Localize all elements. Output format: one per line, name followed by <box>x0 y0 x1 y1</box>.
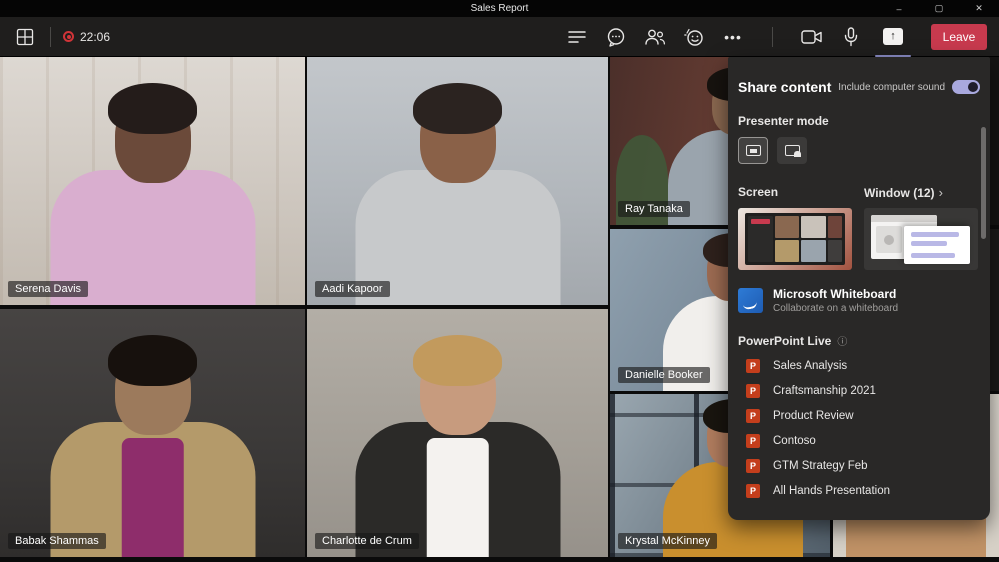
gallery-view-button[interactable] <box>12 24 38 50</box>
toolbar-divider <box>772 26 773 47</box>
whiteboard-icon <box>738 288 763 313</box>
include-sound-label: Include computer sound <box>838 81 945 93</box>
participant-name-label: Charlotte de Crum <box>315 533 419 549</box>
camera-button[interactable] <box>800 25 824 49</box>
meeting-toolbar: 22:06 ••• ↑ Leave <box>0 17 999 57</box>
microphone-icon <box>844 26 858 46</box>
meeting-notes-button[interactable] <box>565 25 589 49</box>
ppt-file-item[interactable]: P All Hands Presentation <box>738 478 980 503</box>
window-title: Sales Report <box>470 3 529 14</box>
window-label[interactable]: Window (12) › <box>864 185 978 200</box>
whiteboard-title: Microsoft Whiteboard <box>773 287 897 301</box>
gallery-view-icon <box>16 28 34 45</box>
meeting-notes-icon <box>568 30 586 43</box>
powerpoint-icon: P <box>746 358 760 373</box>
participant-name-label: Danielle Booker <box>618 367 710 383</box>
leave-button[interactable]: Leave <box>931 23 987 50</box>
chat-button[interactable] <box>604 25 628 49</box>
reactions-icon <box>684 28 703 46</box>
whiteboard-subtitle: Collaborate on a whiteboard <box>773 303 899 314</box>
include-computer-sound: Include computer sound <box>838 80 980 94</box>
panel-header: Share content Include computer sound <box>738 79 980 95</box>
ppt-file-item[interactable]: P Sales Analysis <box>738 353 980 378</box>
maximize-button[interactable]: ▢ <box>919 0 959 17</box>
presenter-mode-standout[interactable] <box>777 137 807 164</box>
presenter-mode-options <box>738 137 980 164</box>
participant-name-label: Serena Davis <box>8 281 89 297</box>
window-controls: – ▢ ✕ <box>879 0 999 17</box>
participants-icon <box>645 29 666 45</box>
powerpoint-file-list: P Sales Analysis P Craftsmanship 2021 P … <box>738 353 980 503</box>
panel-scrollbar[interactable] <box>981 127 986 239</box>
participant-name-label: Krystal McKinney <box>618 533 717 549</box>
share-source-labels: Screen Window (12) › <box>738 185 980 200</box>
toggle-knob-icon <box>968 82 978 92</box>
ppt-file-item[interactable]: P Craftsmanship 2021 <box>738 378 980 403</box>
participant-video <box>338 82 578 305</box>
share-content-panel: Share content Include computer sound Pre… <box>728 57 990 520</box>
screen-preview <box>745 213 845 265</box>
video-tile-charlotte-de-crum[interactable]: Charlotte de Crum <box>307 309 608 557</box>
participant-video <box>33 334 273 557</box>
powerpoint-live-header: PowerPoint Live ⓘ <box>738 333 980 349</box>
toolbar-right-group: ••• ↑ Leave <box>565 22 987 57</box>
window-preview-front <box>904 226 970 264</box>
ppt-file-item[interactable]: P Contoso <box>738 428 980 453</box>
participant-name-label: Babak Shammas <box>8 533 106 549</box>
window-share-thumbnail[interactable] <box>864 208 978 270</box>
ppt-file-item[interactable]: P GTM Strategy Feb <box>738 453 980 478</box>
video-tile-babak-shammas[interactable]: Babak Shammas <box>0 309 305 557</box>
share-content-icon: ↑ <box>883 28 903 45</box>
standout-icon <box>784 145 801 157</box>
powerpoint-icon: P <box>746 483 760 498</box>
meeting-timer: 22:06 <box>80 29 111 44</box>
powerpoint-icon: P <box>746 458 760 473</box>
camera-icon <box>801 29 822 44</box>
video-grid: Serena Davis Aadi Kapoor Ray Tanaka Dani… <box>0 57 999 562</box>
chevron-right-icon: › <box>938 185 943 200</box>
participant-name-label: Aadi Kapoor <box>315 281 390 297</box>
microsoft-whiteboard-item[interactable]: Microsoft Whiteboard Collaborate on a wh… <box>738 287 980 314</box>
more-options-button[interactable]: ••• <box>721 25 745 49</box>
powerpoint-live-label: PowerPoint Live <box>738 333 832 348</box>
info-icon[interactable]: ⓘ <box>837 333 847 348</box>
presenter-mode-content-only[interactable] <box>738 137 768 164</box>
title-bar: Sales Report – ▢ ✕ <box>0 0 999 17</box>
screen-label: Screen <box>738 185 779 199</box>
chat-icon <box>607 27 625 47</box>
close-button[interactable]: ✕ <box>959 0 999 17</box>
powerpoint-icon: P <box>746 433 760 448</box>
computer-sound-toggle[interactable] <box>952 80 980 94</box>
content-only-icon <box>745 145 761 156</box>
participant-video <box>338 334 578 557</box>
video-tile-serena-davis[interactable]: Serena Davis <box>0 57 305 305</box>
presenter-mode-label: Presenter mode <box>738 114 829 128</box>
teams-meeting-window: Sales Report – ▢ ✕ 22:06 ••• ↑ Leave Ser… <box>0 0 999 562</box>
participants-button[interactable] <box>643 25 667 49</box>
recording-badge: 22:06 <box>63 30 110 44</box>
video-tile-aadi-kapoor[interactable]: Aadi Kapoor <box>307 57 608 305</box>
share-source-thumbnails <box>738 208 980 270</box>
panel-title: Share content <box>738 79 832 95</box>
participant-video <box>33 82 273 305</box>
reactions-button[interactable] <box>682 25 706 49</box>
share-content-button[interactable]: ↑ <box>875 22 911 57</box>
recording-icon <box>63 31 74 42</box>
participant-name-label: Ray Tanaka <box>618 201 690 217</box>
powerpoint-icon: P <box>746 383 760 398</box>
minimize-button[interactable]: – <box>879 0 919 17</box>
screen-share-thumbnail[interactable] <box>738 208 852 270</box>
microphone-button[interactable] <box>839 25 863 49</box>
powerpoint-icon: P <box>746 408 760 423</box>
ppt-file-item[interactable]: P Product Review <box>738 403 980 428</box>
toolbar-divider <box>50 26 51 47</box>
